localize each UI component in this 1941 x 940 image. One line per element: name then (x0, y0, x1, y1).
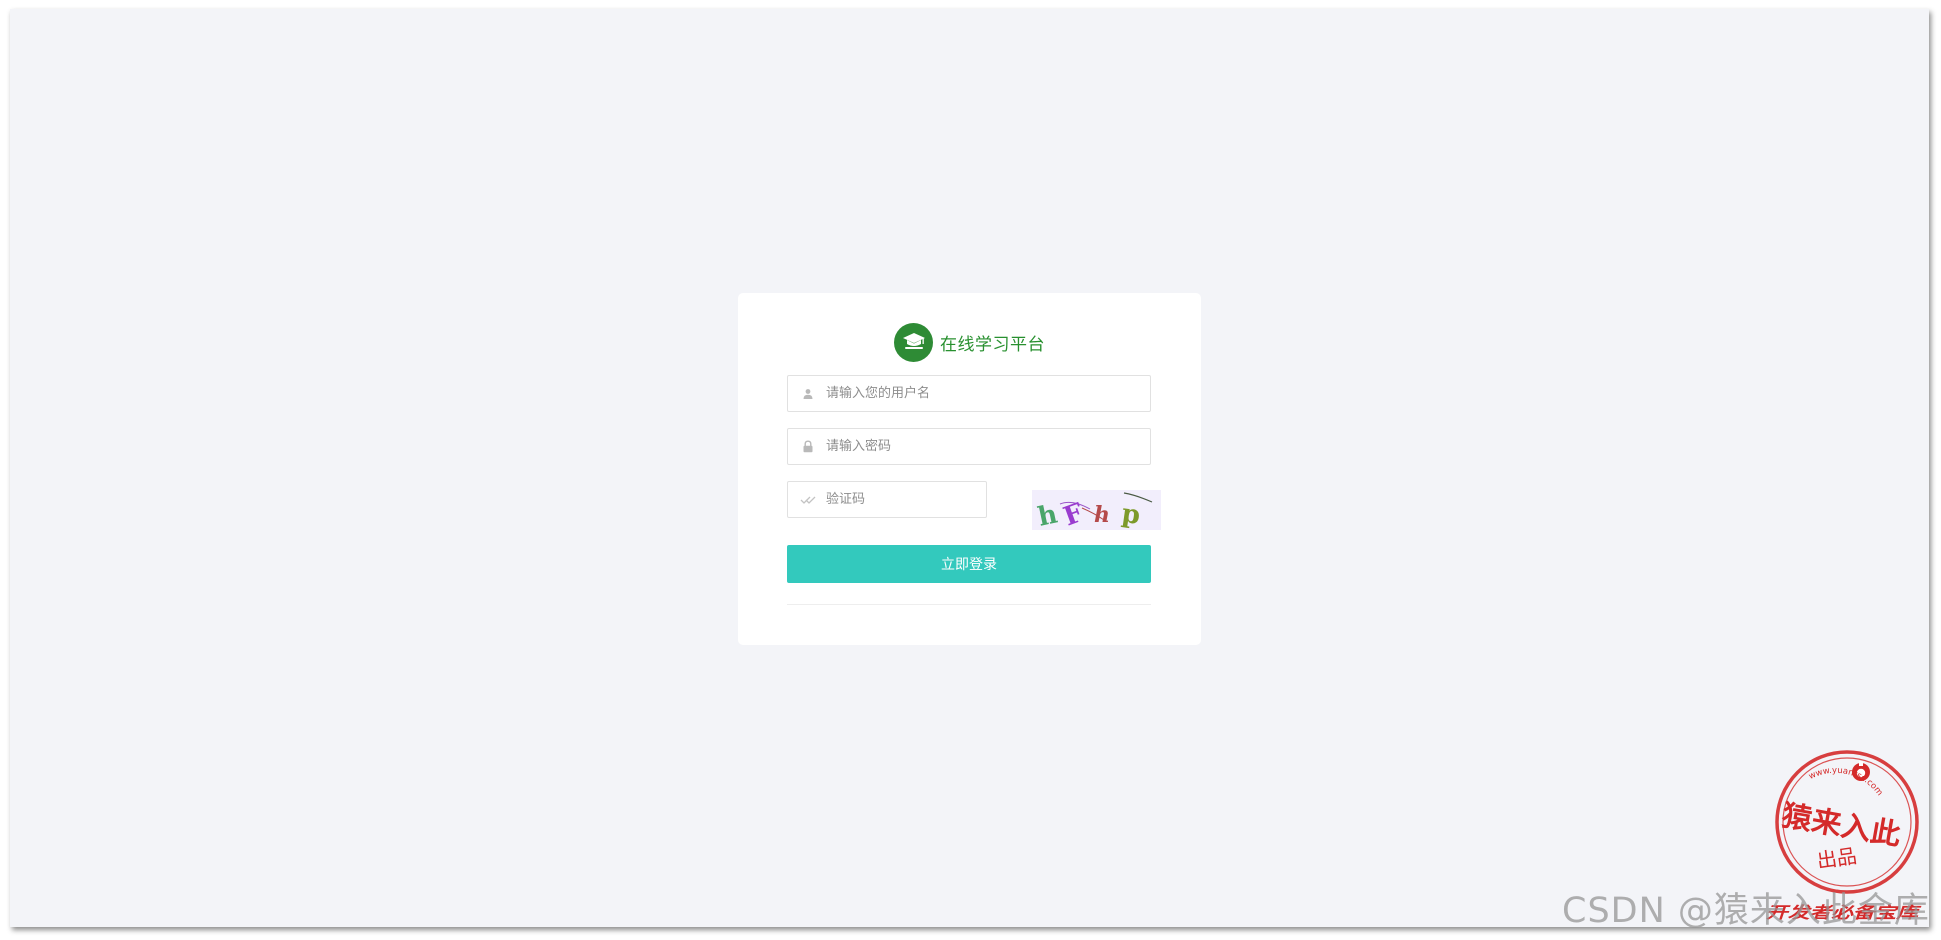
password-field[interactable] (787, 428, 1151, 465)
svg-text:h: h (1035, 499, 1060, 530)
lock-icon (799, 438, 816, 455)
captcha-input[interactable] (826, 482, 976, 517)
svg-text:出品: 出品 (1815, 844, 1858, 873)
svg-text:F: F (1060, 498, 1088, 530)
captcha-field[interactable] (787, 481, 987, 518)
graduation-cap-icon (894, 322, 933, 362)
username-field[interactable] (787, 375, 1151, 412)
svg-text:p: p (1120, 499, 1142, 530)
svg-text:h: h (1094, 502, 1110, 528)
divider (787, 604, 1151, 605)
csdn-watermark: CSDN @猿来入此金库 (1562, 891, 1930, 931)
brand-title: 在线学习平台 (940, 334, 1045, 355)
check-icon (799, 491, 816, 508)
svg-text:猿来入此: 猿来入此 (1778, 798, 1903, 853)
user-icon (799, 385, 816, 402)
brand-header: 在线学习平台 (738, 322, 1201, 362)
login-button[interactable]: 立即登录 (787, 545, 1151, 583)
svg-text:www.yuanrsc.com: www.yuanrsc.com (1805, 755, 1888, 804)
page-background: 在线学习平台 请输入您的用户名 验证码 h F h p 立即登录 www.yua… (10, 9, 1929, 927)
password-input[interactable] (826, 429, 1126, 464)
login-card: 在线学习平台 请输入您的用户名 验证码 h F h p 立即登录 (738, 293, 1201, 645)
username-input[interactable] (826, 376, 1126, 411)
captcha-image[interactable]: h F h p (1032, 490, 1161, 533)
